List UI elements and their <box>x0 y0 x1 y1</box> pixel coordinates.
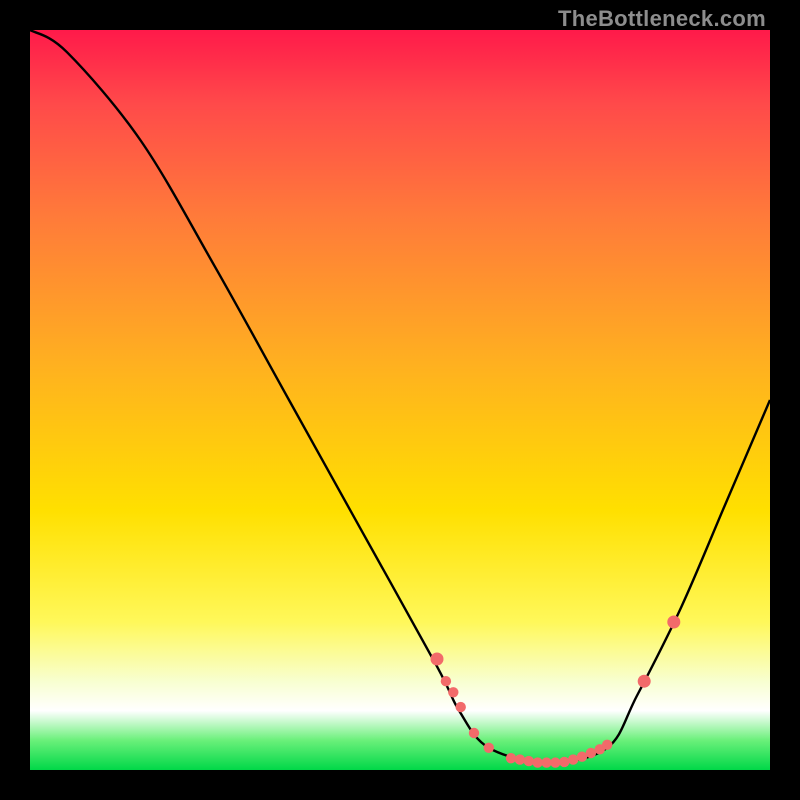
marker-dot <box>577 752 587 762</box>
marker-dot <box>595 744 605 754</box>
chart-stage: TheBottleneck.com <box>0 0 800 800</box>
marker-dot <box>515 754 525 764</box>
marker-dot <box>524 756 534 766</box>
marker-dot <box>667 616 680 629</box>
curve-markers <box>431 616 681 768</box>
marker-dot <box>532 757 542 767</box>
curve-layer <box>30 30 770 770</box>
marker-dot <box>431 653 444 666</box>
watermark-text: TheBottleneck.com <box>558 6 766 32</box>
marker-dot <box>559 757 569 767</box>
marker-dot <box>586 748 596 758</box>
marker-dot <box>550 757 560 767</box>
marker-dot <box>456 702 466 712</box>
marker-dot <box>602 740 612 750</box>
marker-dot <box>638 675 651 688</box>
marker-dot <box>568 754 578 764</box>
plot-gradient-area <box>30 30 770 770</box>
marker-dot <box>448 687 458 697</box>
marker-dot <box>541 757 551 767</box>
marker-dot <box>506 753 516 763</box>
bottleneck-curve <box>30 30 770 763</box>
marker-dot <box>484 743 494 753</box>
marker-dot <box>469 728 479 738</box>
marker-dot <box>441 676 451 686</box>
